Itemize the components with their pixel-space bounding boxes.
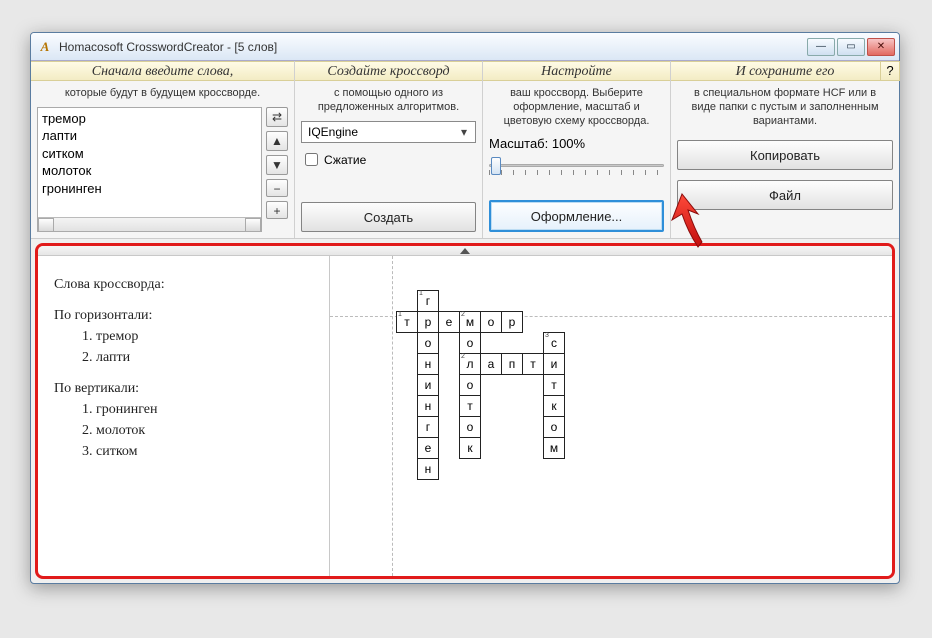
grid-cell[interactable]: н bbox=[418, 354, 439, 375]
across-clue: 1. тремор bbox=[54, 326, 313, 347]
step4-heading: И сохраните его bbox=[671, 61, 899, 81]
compress-checkbox[interactable] bbox=[305, 153, 318, 166]
splitter-grip-icon bbox=[460, 248, 470, 254]
help-button[interactable]: ? bbox=[880, 61, 900, 81]
compress-row[interactable]: Сжатие bbox=[301, 149, 476, 177]
grid-cell[interactable]: и bbox=[418, 375, 439, 396]
margin-guide-v bbox=[392, 256, 393, 576]
minimize-button[interactable]: — bbox=[807, 38, 835, 56]
preview-frame: Слова кроссворда: По горизонтали: 1. тре… bbox=[35, 243, 895, 579]
step4-desc: в специальном формате HCF или в виде пап… bbox=[677, 85, 893, 134]
slider-ticks bbox=[489, 170, 664, 175]
grid-cell[interactable]: л2 bbox=[460, 354, 481, 375]
crossword-grid: г1т1рем2ороос3нл2аптииотнткгооекмн bbox=[396, 290, 565, 480]
grid-cell[interactable]: к bbox=[544, 396, 565, 417]
grid-cell[interactable]: о bbox=[418, 333, 439, 354]
close-button[interactable]: ✕ bbox=[867, 38, 895, 56]
shuffle-button[interactable]: ⇄ bbox=[266, 107, 288, 127]
grid-cell[interactable]: о bbox=[544, 417, 565, 438]
grid-cell[interactable]: о bbox=[460, 417, 481, 438]
grid-cell[interactable]: с3 bbox=[544, 333, 565, 354]
app-icon: A bbox=[37, 39, 53, 55]
design-button[interactable]: Оформление... bbox=[489, 200, 664, 232]
grid-cell[interactable]: р bbox=[418, 312, 439, 333]
across-heading: По горизонтали: bbox=[54, 305, 313, 326]
step1-heading: Сначала введите слова, bbox=[31, 61, 294, 81]
window-title: Homacosoft CrosswordCreator - [5 слов] bbox=[59, 40, 807, 54]
grid-cell[interactable]: а bbox=[481, 354, 502, 375]
grid-cell[interactable]: г bbox=[418, 417, 439, 438]
word-line: тремор bbox=[42, 110, 257, 128]
move-down-button[interactable]: ▼ bbox=[266, 155, 288, 175]
cell-number: 1 bbox=[419, 290, 423, 297]
grid-cell[interactable]: т1 bbox=[397, 312, 418, 333]
app-window: A Homacosoft CrosswordCreator - [5 слов]… bbox=[30, 32, 900, 584]
words-textarea[interactable]: тремор лапти ситком молоток гронинген bbox=[37, 107, 262, 232]
engine-value: IQEngine bbox=[308, 125, 358, 139]
maximize-button[interactable]: ▭ bbox=[837, 38, 865, 56]
grid-cell[interactable]: о bbox=[460, 333, 481, 354]
create-button[interactable]: Создать bbox=[301, 202, 476, 232]
grid-cell[interactable]: н bbox=[418, 396, 439, 417]
step-save: ? И сохраните его в специальном формате … bbox=[671, 61, 899, 238]
remove-button[interactable]: − bbox=[266, 179, 288, 197]
grid-cell[interactable]: о bbox=[460, 375, 481, 396]
compress-label: Сжатие bbox=[324, 153, 366, 167]
grid-cell[interactable]: т bbox=[523, 354, 544, 375]
grid-cell[interactable]: г1 bbox=[418, 291, 439, 312]
engine-select[interactable]: IQEngine ▾ bbox=[301, 121, 476, 143]
grid-cell[interactable]: и bbox=[544, 354, 565, 375]
grid-cell[interactable]: о bbox=[481, 312, 502, 333]
slider-thumb[interactable] bbox=[491, 157, 501, 175]
slider-track bbox=[489, 164, 664, 167]
grid-cell[interactable]: м2 bbox=[460, 312, 481, 333]
step-create: Создайте кроссворд с помощью одного из п… bbox=[295, 61, 483, 238]
grid-cell[interactable]: м bbox=[544, 438, 565, 459]
cell-number: 3 bbox=[545, 332, 549, 339]
down-heading: По вертикали: bbox=[54, 378, 313, 399]
down-clue: 1. гронинген bbox=[54, 399, 313, 420]
grid-pane: г1т1рем2ороос3нл2аптииотнткгооекмн bbox=[330, 256, 892, 576]
down-clue: 3. ситком bbox=[54, 441, 313, 462]
step2-desc: с помощью одного из предложенных алгорит… bbox=[301, 85, 476, 121]
titlebar: A Homacosoft CrosswordCreator - [5 слов]… bbox=[31, 33, 899, 61]
word-line: гронинген bbox=[42, 180, 257, 198]
grid-cell[interactable]: т bbox=[544, 375, 565, 396]
scale-label: Масштаб: 100% bbox=[489, 134, 664, 153]
clues-title: Слова кроссворда: bbox=[54, 274, 313, 295]
cell-number: 1 bbox=[398, 311, 402, 318]
zoom-slider[interactable] bbox=[489, 155, 664, 175]
add-button[interactable]: + bbox=[266, 201, 288, 219]
down-clue: 2. молоток bbox=[54, 420, 313, 441]
grid-cell[interactable]: е bbox=[439, 312, 460, 333]
word-line: лапти bbox=[42, 127, 257, 145]
clues-pane: Слова кроссворда: По горизонтали: 1. тре… bbox=[38, 256, 330, 576]
word-line: молоток bbox=[42, 162, 257, 180]
chevron-down-icon: ▾ bbox=[457, 125, 471, 139]
wizard-steps: Сначала введите слова, которые будут в б… bbox=[31, 61, 899, 239]
grid-cell[interactable]: е bbox=[418, 438, 439, 459]
step3-desc: ваш кроссворд. Выберите оформление, масш… bbox=[489, 85, 664, 134]
step1-desc: которые будут в будущем кроссворде. bbox=[37, 85, 288, 107]
file-button[interactable]: Файл bbox=[677, 180, 893, 210]
cell-number: 2 bbox=[461, 311, 465, 318]
grid-cell[interactable]: р bbox=[502, 312, 523, 333]
h-scrollbar[interactable] bbox=[38, 217, 261, 231]
grid-cell[interactable]: н bbox=[418, 459, 439, 480]
grid-cell[interactable]: к bbox=[460, 438, 481, 459]
grid-cell[interactable]: п bbox=[502, 354, 523, 375]
word-line: ситком bbox=[42, 145, 257, 163]
move-up-button[interactable]: ▲ bbox=[266, 131, 288, 151]
cell-number: 2 bbox=[461, 353, 465, 360]
step-design: Настройте ваш кроссворд. Выберите оформл… bbox=[483, 61, 671, 238]
h-splitter[interactable] bbox=[38, 246, 892, 256]
grid-cell[interactable]: т bbox=[460, 396, 481, 417]
across-clue: 2. лапти bbox=[54, 347, 313, 368]
copy-button[interactable]: Копировать bbox=[677, 140, 893, 170]
step-enter-words: Сначала введите слова, которые будут в б… bbox=[31, 61, 295, 238]
step3-heading: Настройте bbox=[483, 61, 670, 81]
step2-heading: Создайте кроссворд bbox=[295, 61, 482, 81]
